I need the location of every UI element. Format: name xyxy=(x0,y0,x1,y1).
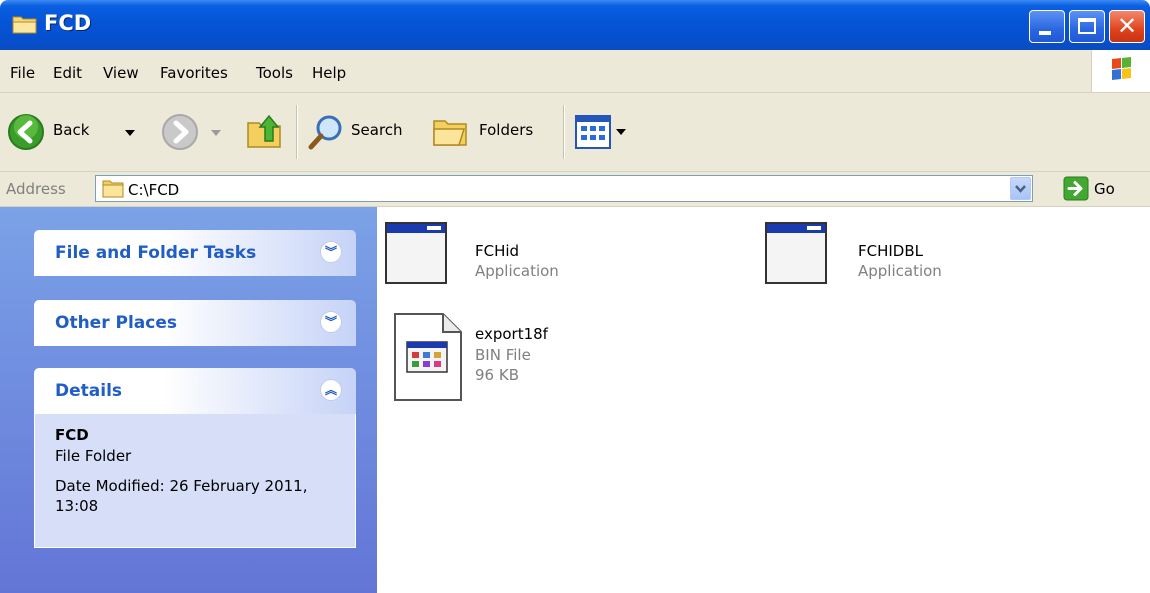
windows-logo xyxy=(1091,50,1150,92)
file-name: FCHIDBL xyxy=(858,242,924,260)
details-modified: Date Modified: 26 February 2011, 13:08 xyxy=(55,477,308,515)
folders-button[interactable]: Folders xyxy=(431,109,556,155)
folders-icon xyxy=(433,120,467,146)
file-item[interactable]: export18f BIN File 96 KB xyxy=(393,312,653,404)
menu-tools[interactable]: Tools xyxy=(256,64,293,82)
address-label: Address xyxy=(6,180,66,198)
title-bar[interactable]: FCD ✕ xyxy=(0,0,1150,50)
details-panel: FCD File Folder Date Modified: 26 Februa… xyxy=(34,414,356,548)
back-arrow-icon xyxy=(8,114,44,150)
file-size: 96 KB xyxy=(475,366,519,384)
search-label: Search xyxy=(351,121,403,139)
close-icon: ✕ xyxy=(1116,12,1138,40)
details-name: FCD xyxy=(55,426,89,444)
file-and-folder-tasks-header[interactable]: File and Folder Tasks ︾ xyxy=(34,230,356,276)
toolbar: Back Search Folders xyxy=(0,93,1150,172)
menu-favorites[interactable]: Favorites xyxy=(160,64,228,82)
address-bar: Address C:\FCD Go xyxy=(0,172,1150,207)
back-label: Back xyxy=(53,121,90,139)
address-input[interactable]: C:\FCD xyxy=(95,175,1033,202)
details-type: File Folder xyxy=(55,447,132,465)
collapse-chevron-icon[interactable]: ︽ xyxy=(320,379,342,401)
minimize-button[interactable] xyxy=(1029,10,1065,43)
maximize-button[interactable] xyxy=(1069,10,1105,43)
toolbar-separator xyxy=(563,105,565,159)
file-type: Application xyxy=(475,262,559,280)
bin-file-icon xyxy=(394,313,462,401)
menu-help[interactable]: Help xyxy=(312,64,346,82)
panel-title: Details xyxy=(55,381,123,401)
folder-icon xyxy=(12,16,37,34)
up-folder-icon[interactable] xyxy=(245,111,285,151)
address-path: C:\FCD xyxy=(128,181,180,199)
search-button[interactable]: Search xyxy=(306,109,421,155)
file-name: export18f xyxy=(475,325,548,343)
application-icon xyxy=(385,222,447,284)
forward-button[interactable] xyxy=(160,109,230,155)
file-item[interactable]: FCHIDBL Application xyxy=(765,222,1025,302)
folder-icon xyxy=(102,180,124,198)
other-places-header[interactable]: Other Places ︾ xyxy=(34,300,356,346)
maximize-icon xyxy=(1078,18,1096,34)
panel-title: File and Folder Tasks xyxy=(55,243,257,263)
views-icon xyxy=(575,115,611,149)
expand-chevron-icon[interactable]: ︾ xyxy=(320,311,342,333)
file-type: BIN File xyxy=(475,346,531,364)
window-title: FCD xyxy=(44,11,92,35)
minimize-icon xyxy=(1039,31,1051,35)
expand-chevron-icon[interactable]: ︾ xyxy=(320,241,342,263)
file-type: Application xyxy=(858,262,942,280)
views-button[interactable] xyxy=(575,113,635,153)
go-arrow-icon xyxy=(1063,176,1089,201)
chevron-down-icon xyxy=(1015,185,1026,193)
go-label[interactable]: Go xyxy=(1094,180,1115,198)
application-icon xyxy=(765,222,827,284)
address-dropdown-button[interactable] xyxy=(1010,177,1031,200)
close-button[interactable]: ✕ xyxy=(1109,10,1145,43)
toolbar-separator xyxy=(296,105,298,159)
back-dropdown-icon[interactable] xyxy=(125,130,135,136)
panel-title: Other Places xyxy=(55,313,177,333)
file-item[interactable]: FCHid Application xyxy=(385,222,645,302)
details-header[interactable]: Details ︽ xyxy=(34,368,356,414)
menu-bar: File Edit View Favorites Tools Help xyxy=(0,50,1150,93)
forward-dropdown-icon[interactable] xyxy=(211,130,221,136)
menu-file[interactable]: File xyxy=(10,64,35,82)
folders-label: Folders xyxy=(479,121,534,139)
back-button[interactable]: Back xyxy=(6,109,151,155)
forward-arrow-icon xyxy=(162,114,198,150)
search-icon xyxy=(308,115,342,150)
file-name: FCHid xyxy=(475,242,520,260)
menu-view[interactable]: View xyxy=(103,64,139,82)
menu-edit[interactable]: Edit xyxy=(53,64,82,82)
views-dropdown-icon xyxy=(616,129,626,135)
